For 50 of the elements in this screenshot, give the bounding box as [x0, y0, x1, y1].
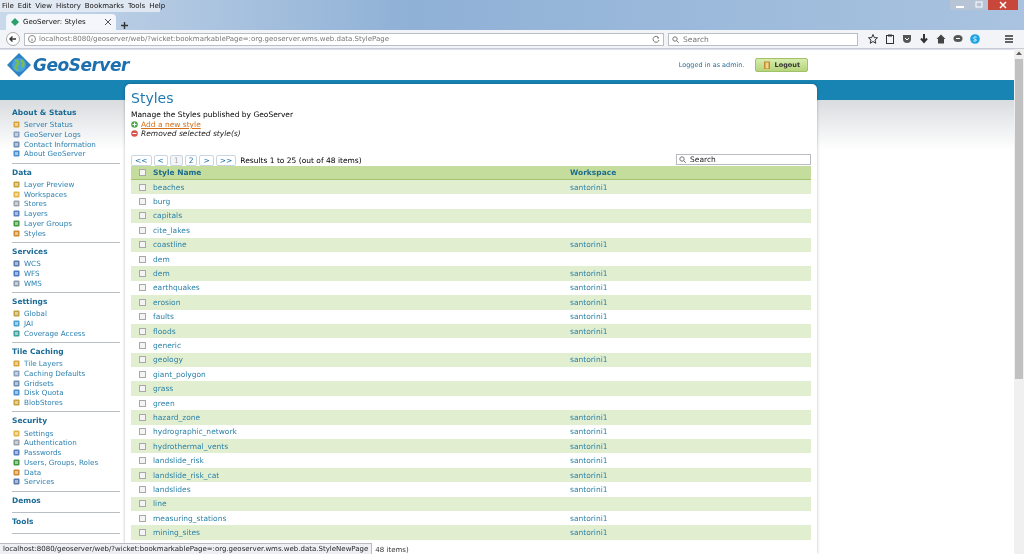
logo-text: GeoServer [33, 55, 129, 75]
globe-icon [7, 53, 31, 77]
door-icon [762, 61, 771, 69]
checkbox[interactable] [138, 399, 146, 407]
error-icon [131, 130, 138, 137]
skype-icon[interactable] [970, 34, 980, 44]
page-title: Styles [131, 89, 175, 108]
checkbox[interactable] [138, 442, 146, 450]
checkbox[interactable] [138, 198, 146, 206]
checkbox[interactable] [138, 529, 146, 537]
checkbox[interactable] [138, 485, 146, 493]
checkbox[interactable] [138, 270, 146, 278]
reload-icon[interactable] [652, 35, 660, 43]
checkbox[interactable] [138, 356, 146, 364]
checkbox[interactable] [138, 241, 146, 249]
checkbox[interactable] [138, 226, 146, 234]
search-icon [679, 156, 686, 163]
search-icon [672, 35, 679, 43]
home-icon[interactable] [936, 34, 946, 44]
bookmark-star-icon[interactable] [868, 34, 878, 44]
checkbox[interactable] [138, 413, 146, 421]
checkbox[interactable] [138, 255, 146, 263]
plus-icon[interactable] [120, 21, 129, 30]
checkbox[interactable] [138, 183, 146, 191]
scrollbar-thumb[interactable] [1015, 59, 1023, 379]
minimize-icon[interactable] [950, 0, 970, 10]
checkbox[interactable] [138, 284, 146, 292]
checkbox[interactable] [138, 428, 146, 436]
info-icon[interactable] [28, 35, 36, 43]
pocket-icon[interactable] [902, 34, 912, 44]
checkbox[interactable] [138, 385, 146, 393]
checkbox[interactable] [138, 457, 146, 465]
checkbox[interactable] [138, 313, 146, 321]
back-icon[interactable] [6, 32, 20, 46]
close-icon[interactable] [105, 19, 111, 25]
checkbox[interactable] [138, 327, 146, 335]
menu-icon[interactable] [1004, 34, 1014, 44]
clipboard-icon[interactable] [885, 34, 895, 44]
checkbox[interactable] [138, 342, 146, 349]
add-icon [131, 121, 138, 128]
download-icon[interactable] [919, 34, 929, 44]
checkbox[interactable] [138, 514, 146, 522]
checkbox[interactable] [138, 298, 146, 306]
checkbox[interactable] [138, 370, 146, 378]
checkbox[interactable] [138, 169, 146, 176]
checkbox[interactable] [138, 500, 146, 508]
maximize-icon[interactable] [970, 0, 988, 10]
checkbox[interactable] [138, 212, 146, 220]
checkbox[interactable] [138, 471, 146, 479]
close-icon[interactable] [988, 0, 1018, 10]
